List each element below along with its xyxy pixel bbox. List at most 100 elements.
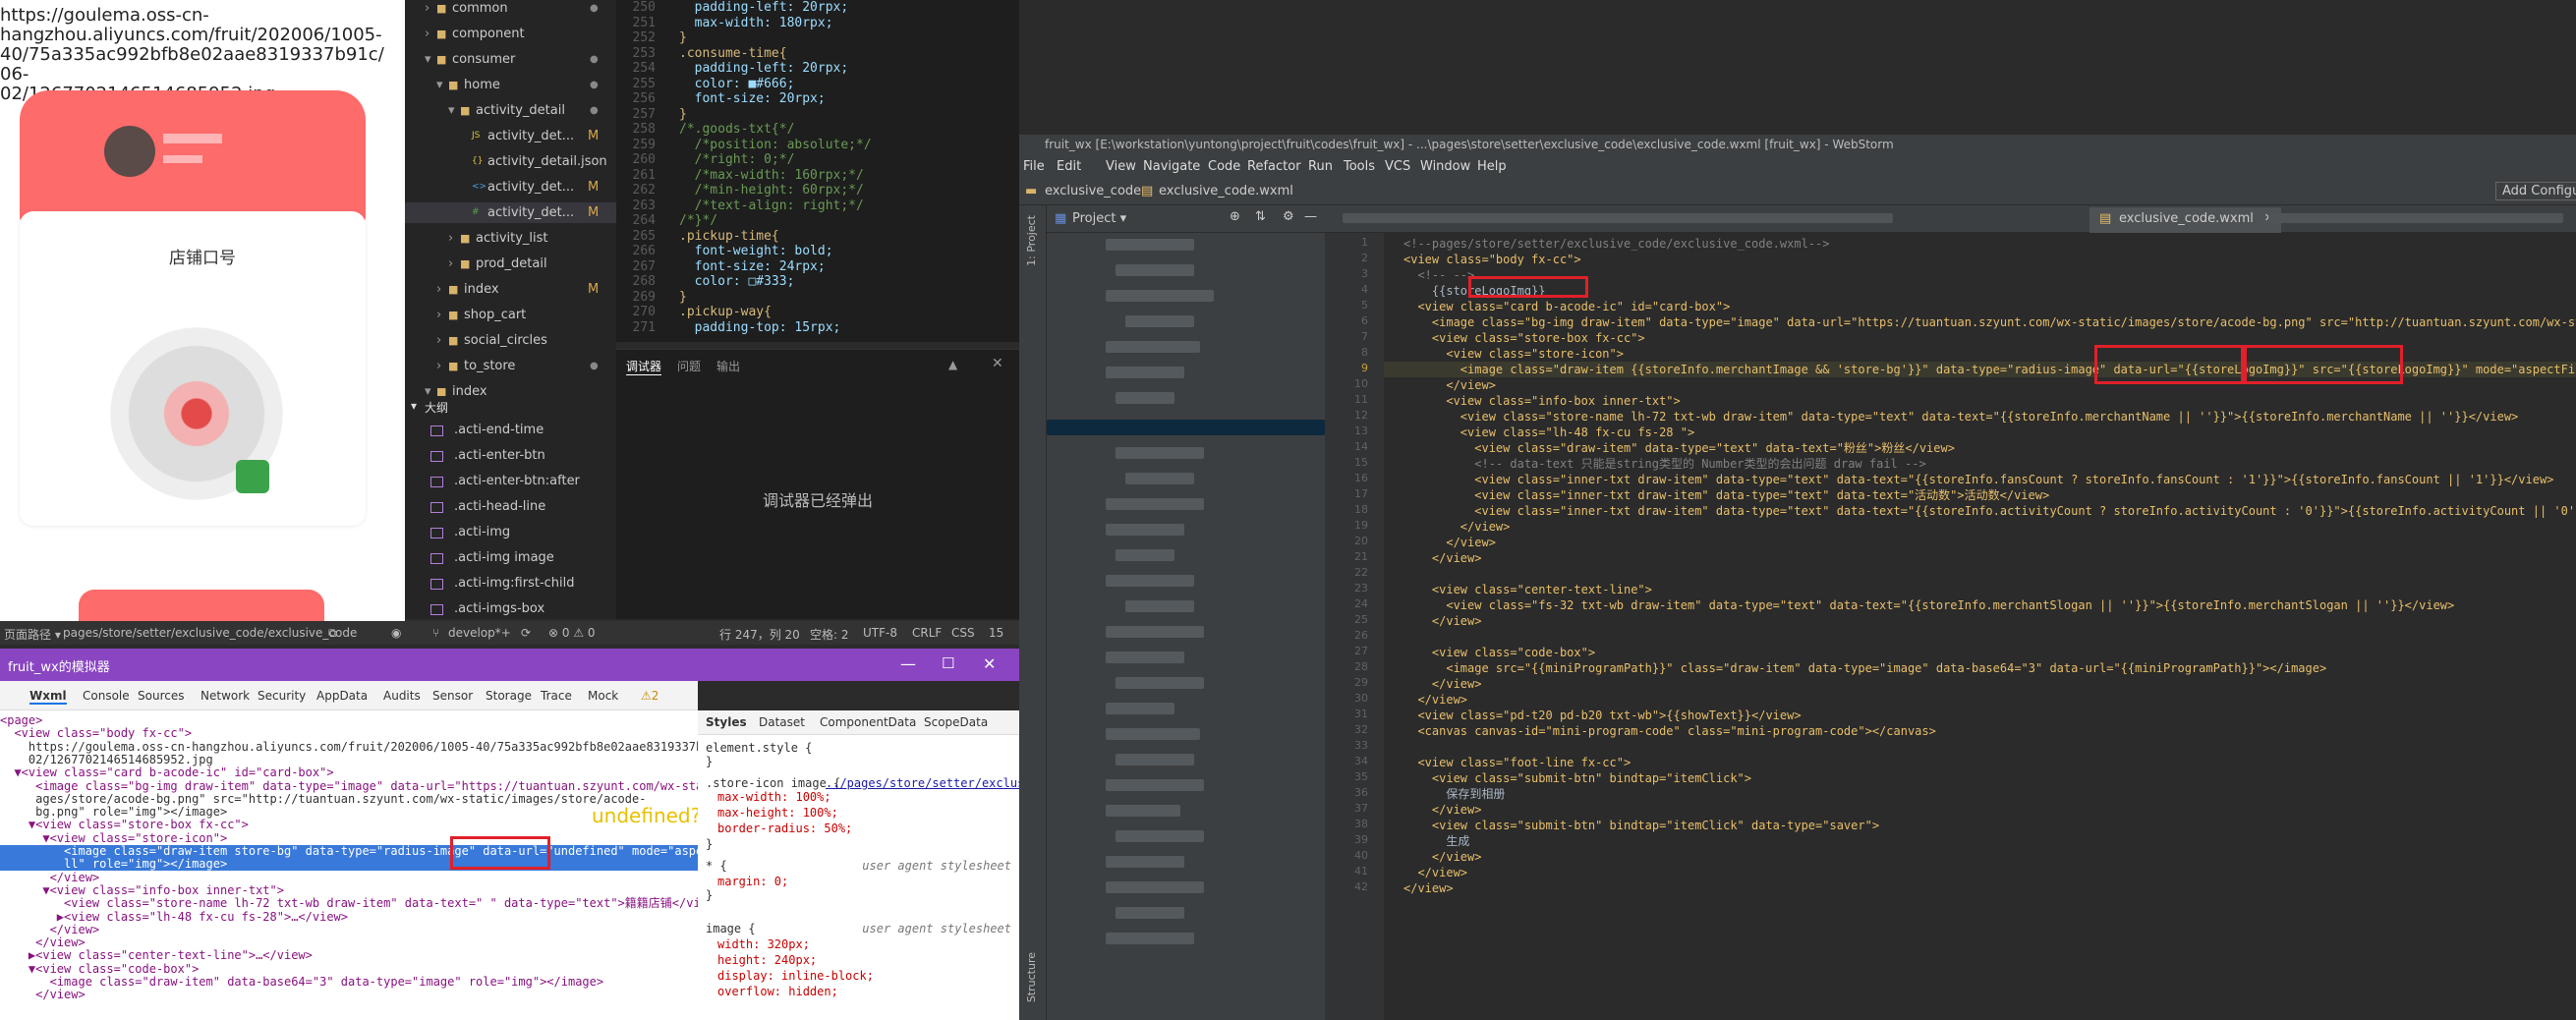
- encoding[interactable]: UTF-8: [863, 626, 897, 640]
- chevron-up-icon[interactable]: ▲: [948, 358, 957, 371]
- devtools-tab-trace[interactable]: Trace: [541, 689, 572, 703]
- wxml-node[interactable]: https://goulema.oss-cn-hangzhou.aliyuncs…: [0, 740, 753, 754]
- copy-icon[interactable]: ⧉: [328, 626, 337, 641]
- tree-item[interactable]: › ■ common ●: [405, 0, 616, 19]
- breadcrumb-folder[interactable]: exclusive_code: [1045, 184, 1141, 198]
- outline-item[interactable]: .acti-enter-btn:after: [430, 471, 580, 491]
- wxml-tree[interactable]: <page> <view class="body fx-cc"> https:/…: [0, 710, 753, 1020]
- menu-edit[interactable]: Edit: [1057, 159, 1081, 174]
- devtools-tab-mock[interactable]: Mock: [588, 689, 618, 703]
- line-ending[interactable]: CRLF: [912, 626, 942, 640]
- minimize-icon[interactable]: —: [900, 654, 916, 673]
- devtools-tab-audits[interactable]: Audits: [383, 689, 421, 703]
- chevron-down-icon[interactable]: ▾: [436, 75, 443, 95]
- chevron-right-icon[interactable]: ›: [425, 24, 429, 44]
- tree-item[interactable]: › ■ to_store ●: [405, 356, 616, 376]
- cursor-position[interactable]: 行 247，列 20: [719, 626, 800, 643]
- wxml-node[interactable]: ▶<view class="lh-48 fx-cu fs-28">…</view…: [0, 910, 698, 924]
- wxml-node[interactable]: ▼<view class="store-icon">: [0, 831, 698, 845]
- collapse-icon[interactable]: ⇅: [1255, 209, 1266, 224]
- tree-item[interactable]: <> activity_det... M: [405, 177, 616, 198]
- selected-tree-item[interactable]: [1047, 420, 1325, 435]
- maximize-icon[interactable]: ☐: [942, 654, 954, 672]
- problems-count[interactable]: ⊗ 0 ⚠ 0: [548, 626, 596, 640]
- css-editor[interactable]: 250 padding-left: 20rpx; 251 max-width: 1…: [616, 0, 1019, 342]
- menu-navigate[interactable]: Navigate: [1143, 159, 1200, 174]
- chevron-right-icon[interactable]: ›: [436, 330, 441, 351]
- tree-item[interactable]: {} activity_detail.json: [405, 151, 616, 172]
- wxml-node[interactable]: <view class="body fx-cc">: [0, 727, 698, 740]
- wxml-node[interactable]: ▼<view class="card b-acode-ic" id="card-…: [0, 766, 698, 779]
- menu-run[interactable]: Run: [1308, 159, 1333, 174]
- devtools-tab-console[interactable]: Console: [83, 689, 130, 703]
- outline-item[interactable]: .acti-img image: [430, 547, 554, 568]
- chevron-right-icon[interactable]: ›: [436, 279, 441, 300]
- tab-componentdata[interactable]: ComponentData: [820, 715, 916, 729]
- outline-item[interactable]: .acti-imgs-box: [429, 598, 544, 619]
- chevron-down-icon[interactable]: ▾: [425, 49, 431, 70]
- structure-tool-button[interactable]: Structure: [1025, 952, 1038, 1002]
- tree-item[interactable]: › ■ prod_detail: [405, 254, 616, 274]
- tab-styles[interactable]: Styles: [706, 715, 747, 729]
- wxml-node[interactable]: <image class="draw-item store-bg" data-t…: [0, 845, 731, 858]
- tree-item[interactable]: ▾ ■ activity_detail ●: [405, 100, 616, 121]
- footer-buttons[interactable]: [79, 590, 324, 621]
- close-icon[interactable]: ✕: [992, 356, 1003, 371]
- menu-refactor[interactable]: Refactor: [1247, 159, 1301, 174]
- add-configuration-button[interactable]: Add Configur: [2495, 182, 2576, 200]
- tree-item[interactable]: # activity_det... M: [405, 202, 616, 223]
- gear-icon[interactable]: ⚙: [1283, 209, 1294, 224]
- sync-icon[interactable]: ⟳: [521, 626, 531, 640]
- menu-file[interactable]: File: [1023, 159, 1045, 174]
- warning-count[interactable]: ⚠2: [641, 689, 658, 703]
- page-path[interactable]: pages/store/setter/exclusive_code/exclus…: [63, 626, 357, 640]
- tab-output[interactable]: 输出: [716, 358, 740, 374]
- outline-item[interactable]: .acti-enter-btn: [430, 445, 545, 466]
- menu-view[interactable]: View: [1106, 159, 1136, 174]
- tree-item[interactable]: ▾ ■ home ●: [405, 75, 616, 95]
- devtools-tab-storage[interactable]: Storage: [486, 689, 532, 703]
- wxml-node[interactable]: ▶<view class="center-text-line">…</view>: [0, 949, 698, 962]
- outline-item[interactable]: .acti-head-line: [429, 496, 545, 517]
- menu-tools[interactable]: Tools: [1344, 159, 1375, 174]
- outline-item[interactable]: .acti-img:first-child: [430, 573, 575, 594]
- project-view-selector[interactable]: Project ▾: [1072, 211, 1126, 226]
- wxml-node[interactable]: </view>: [0, 936, 698, 949]
- wxml-node[interactable]: </view>: [0, 871, 698, 884]
- hide-icon[interactable]: —: [1304, 209, 1317, 224]
- devtools-tab-network[interactable]: Network: [200, 689, 250, 703]
- tree-item[interactable]: JS activity_det... M: [405, 126, 616, 146]
- tab-problems[interactable]: 问题: [677, 358, 701, 374]
- outline-header[interactable]: ▾ 大纲: [405, 396, 616, 416]
- project-tool-button[interactable]: 1: Project: [1025, 215, 1038, 266]
- language-mode[interactable]: CSS: [951, 626, 975, 640]
- wxml-node[interactable]: </view>: [0, 923, 698, 936]
- chevron-down-icon[interactable]: ▾: [448, 100, 455, 121]
- menu-code[interactable]: Code: [1208, 159, 1240, 174]
- tab-debugger[interactable]: 调试器: [626, 358, 662, 375]
- chevron-right-icon[interactable]: ›: [448, 228, 453, 249]
- wxml-node[interactable]: ▼<view class="code-box">: [0, 962, 698, 976]
- wxml-node[interactable]: <image class="draw-item" data-base64="3"…: [0, 976, 698, 989]
- devtools-tab-security[interactable]: Security: [258, 689, 306, 703]
- tree-item[interactable]: › ■ social_circles: [405, 330, 616, 351]
- chevron-right-icon[interactable]: ›: [436, 305, 441, 325]
- chevron-right-icon[interactable]: ›: [436, 356, 441, 376]
- tab-exclusive-code-wxml[interactable]: ▤ exclusive_code.wxml ✕: [2089, 207, 2281, 233]
- outline-item[interactable]: .acti-img: [429, 522, 510, 542]
- notifications-count[interactable]: 15: [989, 626, 1003, 640]
- indent-setting[interactable]: 空格: 2: [810, 626, 849, 643]
- menu-vcs[interactable]: VCS: [1385, 159, 1410, 174]
- devtools-tab-sources[interactable]: Sources: [138, 689, 184, 703]
- devtools-tab-appdata[interactable]: AppData: [316, 689, 368, 703]
- close-icon[interactable]: ✕: [983, 654, 996, 673]
- wxml-node[interactable]: <page>: [0, 714, 698, 727]
- eye-icon[interactable]: ◉: [391, 626, 401, 640]
- devtools-tab-wxml[interactable]: Wxml: [29, 689, 67, 705]
- outline-item[interactable]: .acti-end-time: [429, 420, 544, 440]
- menu-window[interactable]: Window: [1420, 159, 1470, 174]
- wxml-node[interactable]: ll" role="img"></image>: [0, 858, 698, 872]
- wxml-node[interactable]: </view>: [0, 989, 698, 1001]
- tree-item[interactable]: › ■ component: [405, 24, 616, 44]
- tree-item[interactable]: › ■ index M: [405, 279, 616, 300]
